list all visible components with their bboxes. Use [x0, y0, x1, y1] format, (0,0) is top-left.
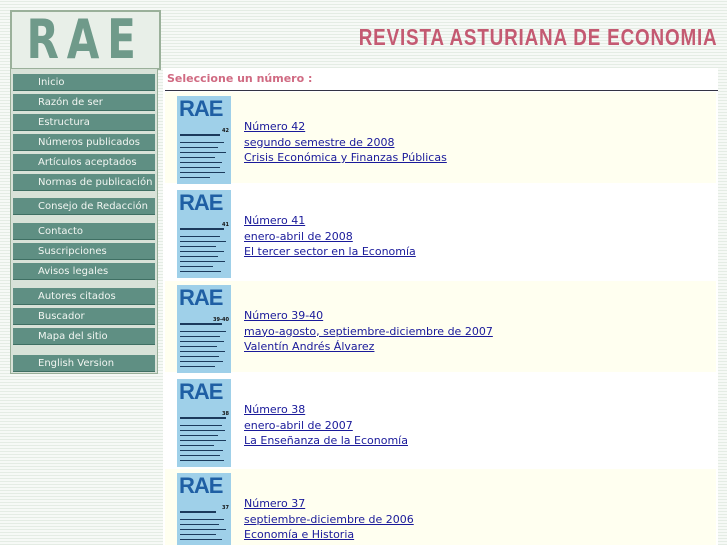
cover-text-line — [180, 445, 214, 446]
nav-item-mapa-del-sitio[interactable]: Mapa del sitio — [13, 328, 155, 345]
cover-text-line — [180, 157, 215, 158]
select-issue-label: Seleccione un número : — [167, 72, 313, 85]
cover-number: 37 — [222, 505, 229, 511]
issue-number-link[interactable]: Número 37 — [244, 496, 414, 512]
cover-text-line — [180, 147, 218, 148]
cover-title: RAE — [179, 96, 223, 121]
cover-text-line — [180, 142, 224, 143]
cover-text-line — [180, 341, 224, 342]
cover-text-line — [180, 177, 210, 178]
nav-item-articulos-aceptados[interactable]: Artículos aceptados — [13, 154, 155, 171]
site-logo[interactable]: RAE — [10, 10, 161, 70]
issue-topic-link[interactable]: La Enseñanza de la Economía — [244, 433, 408, 449]
cover-text-line — [180, 361, 223, 362]
cover-text-line — [180, 366, 215, 367]
issue-cover-image[interactable]: RAE 37 — [177, 473, 231, 545]
issue-date-link[interactable]: septiembre-diciembre de 2006 — [244, 512, 414, 528]
cover-title: RAE — [179, 190, 223, 215]
issue-cover-image[interactable]: RAE 42 — [177, 96, 231, 184]
main-content: Seleccione un número : RAE 42 Número 42 … — [163, 68, 718, 545]
issue-number-link[interactable]: Número 41 — [244, 213, 416, 229]
issue-number-link[interactable]: Número 38 — [244, 402, 408, 418]
cover-heading-mark — [180, 417, 226, 419]
cover-text-line — [180, 236, 220, 237]
issue-topic-link[interactable]: El tercer sector en la Economía — [244, 244, 416, 260]
nav-item-normas-de-publicacion[interactable]: Normas de publicación — [13, 174, 155, 191]
logo-text: RAE — [26, 8, 145, 71]
issue-date-link[interactable]: segundo semestre de 2008 — [244, 135, 447, 151]
cover-text-line — [180, 162, 222, 163]
cover-text-line — [180, 346, 217, 347]
sidebar-nav: Inicio Razón de ser Estructura Números p… — [10, 68, 158, 374]
issue-cover-image[interactable]: RAE 38 — [177, 379, 231, 467]
nav-item-razon-de-ser[interactable]: Razón de ser — [13, 94, 155, 111]
cover-heading-mark — [180, 323, 222, 325]
cover-text-line — [180, 331, 226, 332]
cover-text-line — [180, 356, 219, 357]
cover-text-line — [180, 539, 222, 540]
cover-text-line — [180, 534, 216, 535]
cover-text-line — [180, 435, 218, 436]
cover-text-line — [180, 172, 225, 173]
cover-text-line — [180, 440, 226, 441]
issue-date-link[interactable]: mayo-agosto, septiembre-diciembre de 200… — [244, 324, 493, 340]
cover-text-line — [180, 167, 220, 168]
cover-text-line — [180, 266, 213, 267]
cover-text-line — [180, 261, 225, 262]
nav-item-consejo-de-redaccion[interactable]: Consejo de Redacción — [13, 198, 155, 215]
nav-item-autores-citados[interactable]: Autores citados — [13, 288, 155, 305]
issue-topic-link[interactable]: Valentín Andrés Álvarez — [244, 339, 493, 355]
issue-topic-link[interactable]: Crisis Económica y Finanzas Públicas — [244, 150, 447, 166]
issue-row: RAE 38 Número 38 enero-abril de 2007 La … — [165, 375, 716, 467]
cover-text-line — [180, 455, 220, 456]
nav-item-avisos-legales[interactable]: Avisos legales — [13, 263, 155, 280]
cover-text-line — [180, 430, 225, 431]
nav-item-estructura[interactable]: Estructura — [13, 114, 155, 131]
cover-text-line — [180, 152, 226, 153]
issue-row: RAE 42 Número 42 segundo semestre de 200… — [165, 92, 716, 184]
cover-title: RAE — [179, 285, 223, 310]
cover-text-line — [180, 241, 226, 242]
cover-number: 42 — [222, 128, 229, 134]
nav-item-suscripciones[interactable]: Suscripciones — [13, 243, 155, 260]
cover-text-line — [180, 251, 224, 252]
cover-text-line — [180, 519, 224, 520]
site-title: REVISTA ASTURIANA DE ECONOMIA — [358, 24, 717, 50]
issue-topic-link[interactable]: Economía e Historia — [244, 527, 414, 543]
issue-row: RAE 37 Número 37 septiembre-diciembre de… — [165, 469, 716, 545]
cover-title: RAE — [179, 379, 223, 404]
cover-text-line — [180, 450, 223, 451]
nav-item-english-version[interactable]: English Version — [13, 355, 155, 372]
cover-text-line — [180, 271, 221, 272]
cover-text-line — [180, 336, 220, 337]
divider — [165, 90, 718, 91]
issue-date-link[interactable]: enero-abril de 2008 — [244, 229, 416, 245]
issue-cover-image[interactable]: RAE 41 — [177, 190, 231, 278]
nav-item-numeros-publicados[interactable]: Números publicados — [13, 134, 155, 151]
issue-date-link[interactable]: enero-abril de 2007 — [244, 418, 408, 434]
issue-number-link[interactable]: Número 39-40 — [244, 308, 493, 324]
cover-heading-mark — [180, 228, 224, 230]
cover-title: RAE — [179, 473, 223, 498]
cover-text-line — [180, 425, 222, 426]
nav-item-inicio[interactable]: Inicio — [13, 74, 155, 91]
cover-heading-mark — [180, 134, 220, 136]
cover-text-line — [180, 246, 216, 247]
cover-text-line — [180, 351, 225, 352]
issue-row: RAE 39-40 Número 39-40 mayo-agosto, sept… — [165, 281, 716, 373]
issue-cover-image[interactable]: RAE 39-40 — [177, 285, 231, 373]
nav-item-contacto[interactable]: Contacto — [13, 223, 155, 240]
issue-row: RAE 41 Número 41 enero-abril de 2008 El … — [165, 186, 716, 278]
cover-text-line — [180, 460, 224, 461]
cover-text-line — [180, 529, 226, 530]
cover-heading-mark — [180, 511, 216, 513]
cover-text-line — [180, 256, 218, 257]
cover-text-line — [180, 524, 219, 525]
nav-item-buscador[interactable]: Buscador — [13, 308, 155, 325]
issue-number-link[interactable]: Número 42 — [244, 119, 447, 135]
